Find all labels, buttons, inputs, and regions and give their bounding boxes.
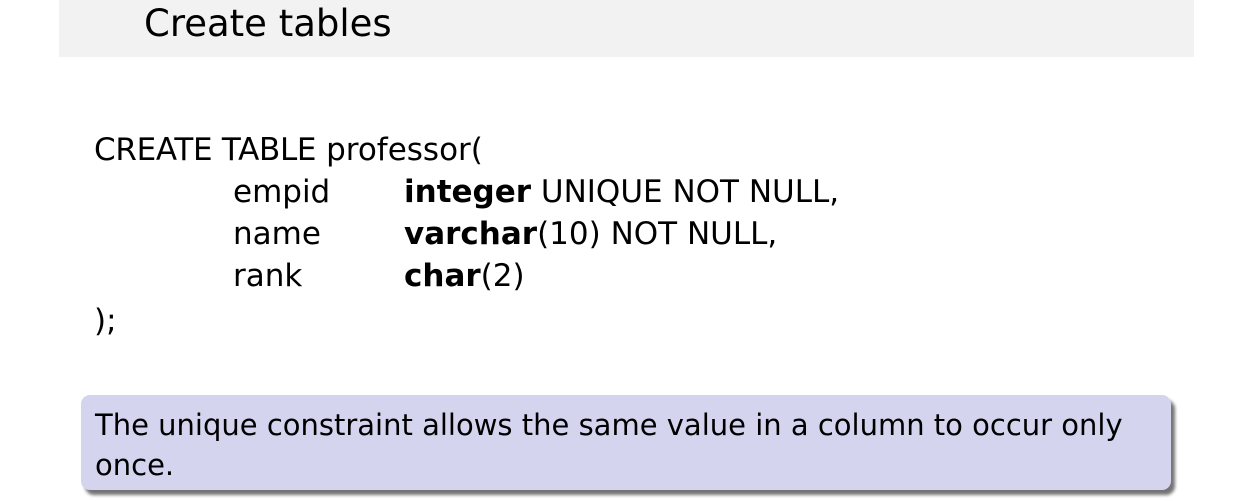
note-block: The unique constraint allows the same va… [81,395,1171,490]
column-type-keyword: char [404,258,481,294]
column-type: integer UNIQUE NOT NULL, [404,172,839,212]
column-name: rank [233,258,303,294]
column-name: name [233,216,321,252]
table-name: professor( [326,132,483,168]
column-name: empid [233,174,331,210]
column-type: char(2) [404,256,525,296]
column-type-keyword: integer [404,174,532,210]
column-type-keyword: varchar [404,216,538,252]
column-type-rest: UNIQUE NOT NULL, [531,174,840,210]
close-paren-line: ); [94,303,117,339]
create-table-line: CREATE TABLE professor( [94,130,483,170]
note-text: The unique constraint allows the same va… [95,408,1123,482]
create-table-keyword: CREATE TABLE [94,132,317,168]
column-type-rest: (2) [480,258,525,294]
column-type: varchar(10) NOT NULL, [404,214,777,254]
sql-code-block: CREATE TABLE professor( empid integer UN… [0,0,1254,380]
column-type-rest: (10) NOT NULL, [537,216,778,252]
